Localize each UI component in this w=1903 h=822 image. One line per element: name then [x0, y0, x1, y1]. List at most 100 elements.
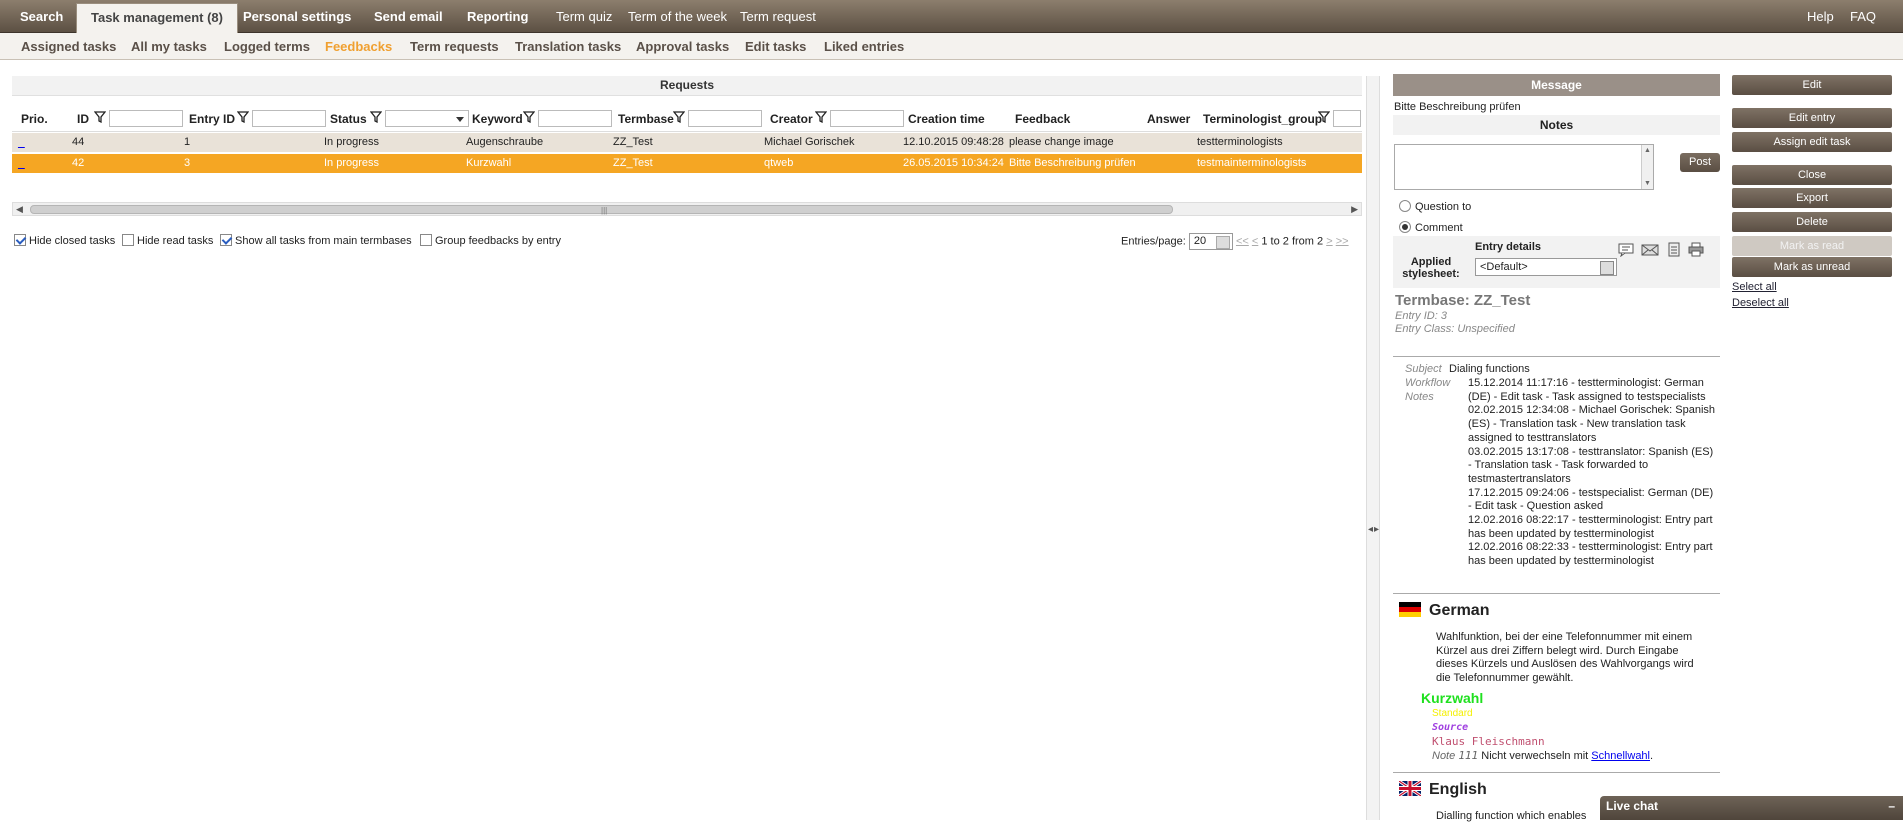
next-page-link[interactable]: > — [1326, 235, 1332, 247]
show-all-checkbox[interactable] — [220, 234, 232, 246]
hide-closed-checkbox[interactable] — [14, 234, 26, 246]
notes-textarea[interactable]: ▲ ▼ — [1394, 144, 1654, 190]
notes-scrollbar[interactable]: ▲ ▼ — [1641, 145, 1653, 189]
filter-icon[interactable] — [1318, 111, 1330, 123]
comment-radio[interactable] — [1399, 221, 1411, 233]
uk-flag-icon — [1399, 781, 1421, 796]
nav-term-of-week[interactable]: Term of the week — [628, 0, 727, 33]
col-entry-id[interactable]: Entry ID — [189, 112, 235, 126]
divider — [1393, 593, 1720, 594]
filter-icon[interactable] — [815, 111, 827, 123]
nav-search[interactable]: Search — [20, 0, 63, 33]
prio-link[interactable]: _ — [18, 156, 25, 170]
tab-assigned-tasks[interactable]: Assigned tasks — [21, 33, 116, 60]
col-creator[interactable]: Creator — [770, 112, 813, 126]
nav-term-request[interactable]: Term request — [740, 0, 816, 33]
entry-id-filter-input[interactable] — [252, 110, 326, 127]
col-answer[interactable]: Answer — [1147, 112, 1190, 126]
nav-faq[interactable]: FAQ — [1850, 0, 1876, 33]
show-all-option[interactable]: Show all tasks from main termbases — [220, 234, 412, 252]
nav-personal-settings[interactable]: Personal settings — [243, 0, 351, 33]
col-prio[interactable]: Prio. — [21, 112, 48, 126]
prev-page-link[interactable]: < — [1252, 235, 1258, 247]
hide-closed-option[interactable]: Hide closed tasks — [14, 234, 115, 252]
filter-icon[interactable] — [673, 111, 685, 123]
select-all-link[interactable]: Select all — [1732, 281, 1777, 293]
scroll-up-icon[interactable]: ▲ — [1644, 147, 1651, 154]
tab-term-requests[interactable]: Term requests — [410, 33, 499, 60]
col-terminologist-group[interactable]: Terminologist_group — [1203, 112, 1322, 126]
nav-term-quiz[interactable]: Term quiz — [556, 0, 612, 33]
col-feedback[interactable]: Feedback — [1015, 112, 1070, 126]
col-creation-time[interactable]: Creation time — [908, 112, 985, 126]
tab-edit-tasks[interactable]: Edit tasks — [745, 33, 806, 60]
col-keyword[interactable]: Keyword — [472, 112, 523, 126]
scroll-left-icon[interactable]: ◀ — [16, 204, 23, 215]
col-status[interactable]: Status — [330, 112, 367, 126]
table-row[interactable]: _ 44 1 In progress Augenschraube ZZ_Test… — [12, 133, 1362, 153]
hide-read-option[interactable]: Hide read tasks — [122, 234, 213, 252]
collapse-left-icon[interactable]: ◂ — [1368, 524, 1373, 535]
close-button[interactable]: Close — [1732, 165, 1892, 185]
stylesheet-select[interactable]: <Default> — [1475, 258, 1617, 276]
delete-button[interactable]: Delete — [1732, 212, 1892, 232]
mark-as-read-button[interactable]: Mark as read — [1732, 236, 1892, 256]
expand-right-icon[interactable]: ▸ — [1374, 524, 1379, 535]
filter-icon[interactable] — [370, 111, 382, 123]
col-termbase[interactable]: Termbase — [618, 112, 674, 126]
group-feedbacks-option[interactable]: Group feedbacks by entry — [420, 234, 561, 252]
live-chat-bar[interactable]: Live chat – — [1600, 796, 1903, 820]
tab-liked-entries[interactable]: Liked entries — [824, 33, 904, 60]
panel-splitter[interactable]: ◂ ▸ — [1366, 76, 1380, 820]
id-filter-input[interactable] — [109, 110, 183, 127]
hide-read-checkbox[interactable] — [122, 234, 134, 246]
keyword-filter-input[interactable] — [538, 110, 612, 127]
email-icon[interactable] — [1641, 242, 1659, 257]
tab-approval-tasks[interactable]: Approval tasks — [636, 33, 729, 60]
entries-per-page-select[interactable]: 20 — [1188, 233, 1233, 250]
english-definition: Dialling function which enables — [1436, 810, 1587, 822]
assign-edit-task-button[interactable]: Assign edit task — [1732, 132, 1892, 152]
deselect-all-link[interactable]: Deselect all — [1732, 297, 1789, 309]
edit-entry-button[interactable]: Edit entry — [1732, 108, 1892, 128]
creator-filter-input[interactable] — [830, 110, 904, 127]
tab-logged-terms[interactable]: Logged terms — [224, 33, 310, 60]
scroll-right-icon[interactable]: ▶ — [1351, 204, 1358, 215]
nav-reporting[interactable]: Reporting — [467, 0, 528, 33]
nav-task-management[interactable]: Task management (8) — [76, 3, 238, 34]
question-to-option[interactable]: Question to — [1399, 200, 1471, 213]
table-row[interactable]: _ 42 3 In progress Kurzwahl ZZ_Test qtwe… — [12, 154, 1362, 174]
termbase-filter-input[interactable] — [688, 110, 762, 127]
post-button[interactable]: Post — [1680, 153, 1720, 172]
mark-as-unread-button[interactable]: Mark as unread — [1732, 257, 1892, 277]
group-feedbacks-checkbox[interactable] — [420, 234, 432, 246]
status-filter-select[interactable] — [385, 110, 469, 127]
nav-help[interactable]: Help — [1807, 0, 1834, 33]
filter-icon[interactable] — [237, 111, 249, 123]
first-page-link[interactable]: << — [1236, 235, 1249, 247]
filter-icon[interactable] — [523, 111, 535, 123]
horizontal-scrollbar[interactable]: ◀ ||| ▶ — [12, 202, 1362, 216]
edit-button[interactable]: Edit — [1732, 75, 1892, 95]
document-icon[interactable] — [1665, 242, 1683, 257]
col-id[interactable]: ID — [77, 112, 89, 126]
tab-translation-tasks[interactable]: Translation tasks — [515, 33, 621, 60]
last-page-link[interactable]: >> — [1336, 235, 1349, 247]
question-to-radio[interactable] — [1399, 200, 1411, 212]
minimize-icon[interactable]: – — [1888, 796, 1895, 816]
export-button[interactable]: Export — [1732, 188, 1892, 208]
filter-icon[interactable] — [94, 111, 106, 123]
comment-option[interactable]: Comment — [1399, 221, 1463, 234]
scroll-down-icon[interactable]: ▼ — [1644, 180, 1651, 187]
print-icon[interactable] — [1687, 242, 1705, 257]
comment-icon[interactable] — [1617, 242, 1635, 257]
term-note: Note 111 Nicht verwechseln mit Schnellwa… — [1432, 749, 1653, 762]
scroll-thumb[interactable]: ||| — [30, 205, 1173, 215]
nav-send-email[interactable]: Send email — [374, 0, 443, 33]
group-filter-input[interactable] — [1333, 110, 1361, 127]
prio-link[interactable]: _ — [18, 135, 25, 149]
note-link[interactable]: Schnellwahl — [1591, 750, 1650, 762]
tab-all-my-tasks[interactable]: All my tasks — [131, 33, 207, 60]
german-definition: Wahlfunktion, bei der eine Telefonnummer… — [1436, 631, 1694, 685]
tab-feedbacks[interactable]: Feedbacks — [325, 33, 392, 60]
